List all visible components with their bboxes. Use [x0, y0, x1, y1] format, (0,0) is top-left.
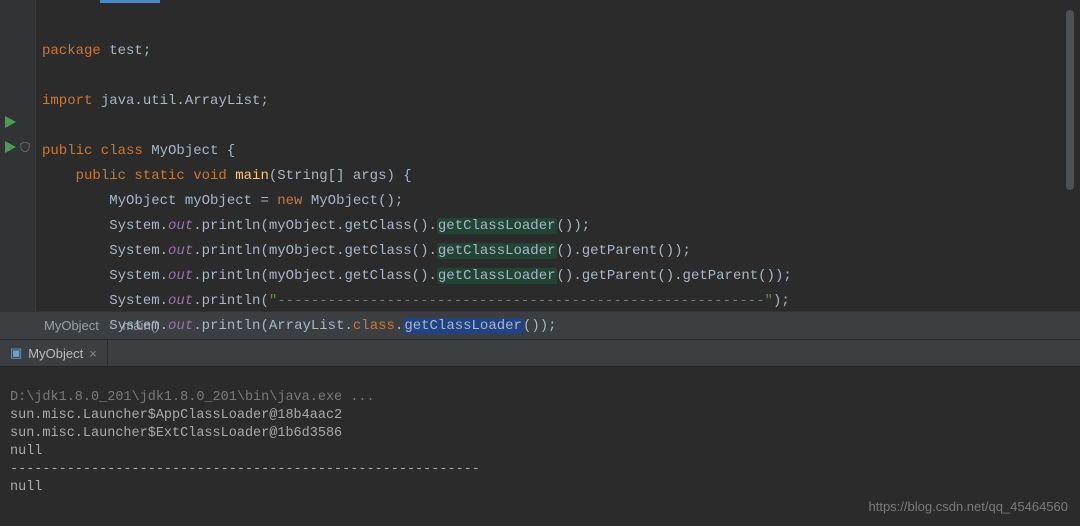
console-line: ----------------------------------------… [10, 462, 480, 477]
console-line: null [10, 480, 42, 495]
highlighted-method: getClassLoader [437, 268, 557, 284]
console-line: D:\jdk1.8.0_201\jdk1.8.0_201\bin\java.ex… [10, 390, 375, 405]
keyword: public static void [76, 168, 227, 184]
vertical-scrollbar[interactable] [1066, 0, 1076, 311]
editor-area: package test; import java.util.ArrayList… [0, 0, 1080, 311]
code-text: .println(myObject.getClass(). [193, 243, 437, 259]
console-line: sun.misc.Launcher$AppClassLoader@18b4aac… [10, 408, 342, 423]
indent [42, 168, 76, 184]
console-line: null [10, 444, 42, 459]
gutter [0, 0, 36, 311]
code-text: System. [109, 318, 168, 334]
override-icon[interactable] [20, 141, 34, 155]
code-text: ()); [557, 218, 591, 234]
code-text: ().getParent().getParent()); [557, 268, 792, 284]
console-output[interactable]: D:\jdk1.8.0_201\jdk1.8.0_201\bin\java.ex… [0, 367, 1080, 497]
terminal-icon: ▣ [10, 345, 22, 361]
code-editor[interactable]: package test; import java.util.ArrayList… [36, 0, 1080, 311]
indent [42, 243, 109, 259]
field: out [168, 318, 193, 334]
code-text: { [227, 143, 235, 159]
code-text: .println(myObject.getClass(). [193, 218, 437, 234]
string-literal: "---------------------------------------… [269, 293, 773, 309]
keyword: new [277, 193, 302, 209]
code-text: (String[] args) { [269, 168, 412, 184]
code-text: ()); [523, 318, 557, 334]
run-icon[interactable] [4, 116, 18, 130]
code-text: System. [109, 268, 168, 284]
code-text: ); [773, 293, 790, 309]
code-text: test; [101, 43, 151, 59]
code-text: System. [109, 218, 168, 234]
space [227, 168, 235, 184]
method-name: main [235, 168, 269, 184]
class-name: MyObject [143, 143, 227, 159]
highlighted-method: getClassLoader [437, 243, 557, 259]
indent [42, 318, 109, 334]
run-panel-tabbar: ▣ MyObject × [0, 339, 1080, 367]
code-text: MyObject(); [302, 193, 403, 209]
code-text: System. [109, 243, 168, 259]
field: out [168, 268, 193, 284]
code-text: System. [109, 293, 168, 309]
code-text: MyObject myObject = [109, 193, 277, 209]
code-text: .println( [193, 293, 269, 309]
keyword: public class [42, 143, 143, 159]
field: out [168, 243, 193, 259]
keyword: class [353, 318, 395, 334]
console-line: sun.misc.Launcher$ExtClassLoader@1b6d358… [10, 426, 342, 441]
field: out [168, 293, 193, 309]
indent [42, 218, 109, 234]
indent [42, 193, 109, 209]
keyword: package [42, 43, 101, 59]
highlighted-method: getClassLoader [437, 218, 557, 234]
highlighted-method-selected: getClassLoader [403, 318, 523, 334]
close-icon[interactable]: × [89, 346, 97, 361]
code-text: java.util.ArrayList; [92, 93, 268, 109]
code-text: ().getParent()); [557, 243, 691, 259]
code-text: .println(ArrayList. [193, 318, 353, 334]
indent [42, 268, 109, 284]
keyword: import [42, 93, 92, 109]
field: out [168, 218, 193, 234]
watermark: https://blog.csdn.net/qq_45464560 [869, 499, 1069, 514]
indent [42, 293, 109, 309]
code-text: .println(myObject.getClass(). [193, 268, 437, 284]
scrollbar-thumb[interactable] [1066, 10, 1074, 190]
run-icon[interactable] [4, 141, 18, 155]
